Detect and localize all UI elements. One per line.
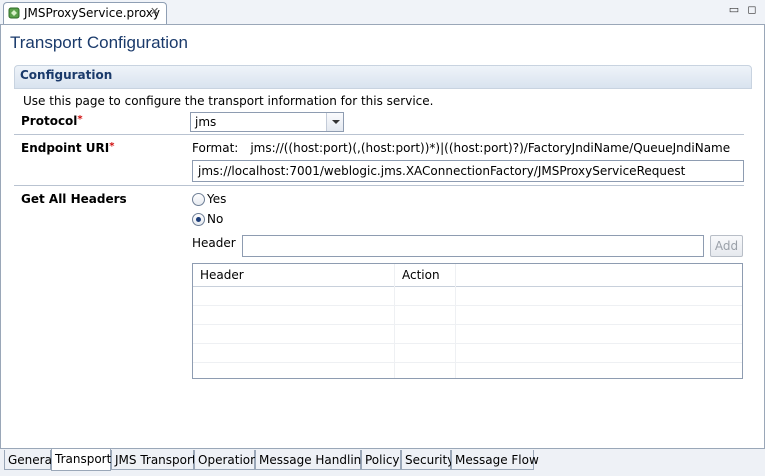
tab-transport[interactable]: Transport: [51, 449, 111, 471]
headers-table: Header Action: [192, 263, 743, 379]
tab-policy[interactable]: Policy: [361, 450, 401, 470]
required-marker: *: [109, 141, 115, 152]
column-header-header[interactable]: Header: [193, 264, 395, 286]
radio-no[interactable]: [192, 213, 205, 226]
protocol-select-value: jms: [195, 115, 217, 129]
tab-message-handling[interactable]: Message Handling: [255, 450, 369, 470]
endpoint-uri-label: Endpoint URI*: [21, 141, 114, 155]
endpoint-uri-field[interactable]: jms://localhost:7001/weblogic.jms.XAConn…: [192, 160, 744, 182]
section-description: Use this page to configure the transport…: [23, 94, 434, 108]
tab-security[interactable]: Security: [401, 450, 454, 470]
maximize-icon[interactable]: ◻: [746, 4, 758, 16]
protocol-label-text: Protocol: [21, 114, 78, 128]
table-row[interactable]: [193, 287, 742, 306]
get-all-headers-label: Get All Headers: [21, 192, 127, 206]
protocol-select[interactable]: jms: [190, 112, 344, 132]
header-input[interactable]: [242, 235, 704, 257]
page-title: Transport Configuration: [10, 33, 188, 52]
add-header-button[interactable]: Add: [710, 235, 743, 257]
header-field-label: Header: [192, 236, 236, 250]
radio-yes-label[interactable]: Yes: [207, 192, 226, 206]
chevron-down-icon[interactable]: [326, 113, 343, 131]
radio-yes[interactable]: [192, 193, 205, 206]
table-row[interactable]: [193, 306, 742, 325]
radio-no-label[interactable]: No: [207, 212, 223, 226]
required-marker: *: [77, 114, 83, 125]
section-title: Configuration: [20, 68, 113, 82]
tab-message-flow[interactable]: Message Flow: [451, 450, 539, 470]
section-header[interactable]: [14, 65, 752, 89]
format-label: Format:: [192, 141, 239, 155]
endpoint-uri-label-text: Endpoint URI: [21, 141, 110, 155]
editor-tab-jms-proxy-service[interactable]: JMSProxyService.proxy ✕: [3, 2, 167, 24]
proxy-file-icon: [8, 7, 20, 19]
minimize-icon[interactable]: ▭: [728, 4, 740, 16]
table-row[interactable]: [193, 363, 742, 378]
table-row[interactable]: [193, 325, 742, 344]
divider: [14, 134, 744, 135]
tab-jms-transport[interactable]: JMS Transport: [111, 450, 197, 470]
column-header-action[interactable]: Action: [395, 264, 456, 286]
endpoint-uri-value: jms://localhost:7001/weblogic.jms.XAConn…: [198, 164, 686, 178]
close-tab-icon[interactable]: ✕: [150, 5, 159, 18]
editor-tab-title: JMSProxyService.proxy: [24, 6, 161, 20]
endpoint-format-hint: Format: jms://((host:port)(,(host:port))*…: [192, 141, 730, 155]
format-value: jms://((host:port)(,(host:port))*)|((hos…: [250, 141, 731, 155]
table-row[interactable]: [193, 344, 742, 363]
protocol-label: Protocol*: [21, 114, 83, 128]
tab-operation[interactable]: Operation: [194, 450, 258, 470]
tab-general[interactable]: General: [4, 450, 55, 470]
divider: [14, 185, 744, 186]
column-header-empty[interactable]: [456, 264, 742, 286]
